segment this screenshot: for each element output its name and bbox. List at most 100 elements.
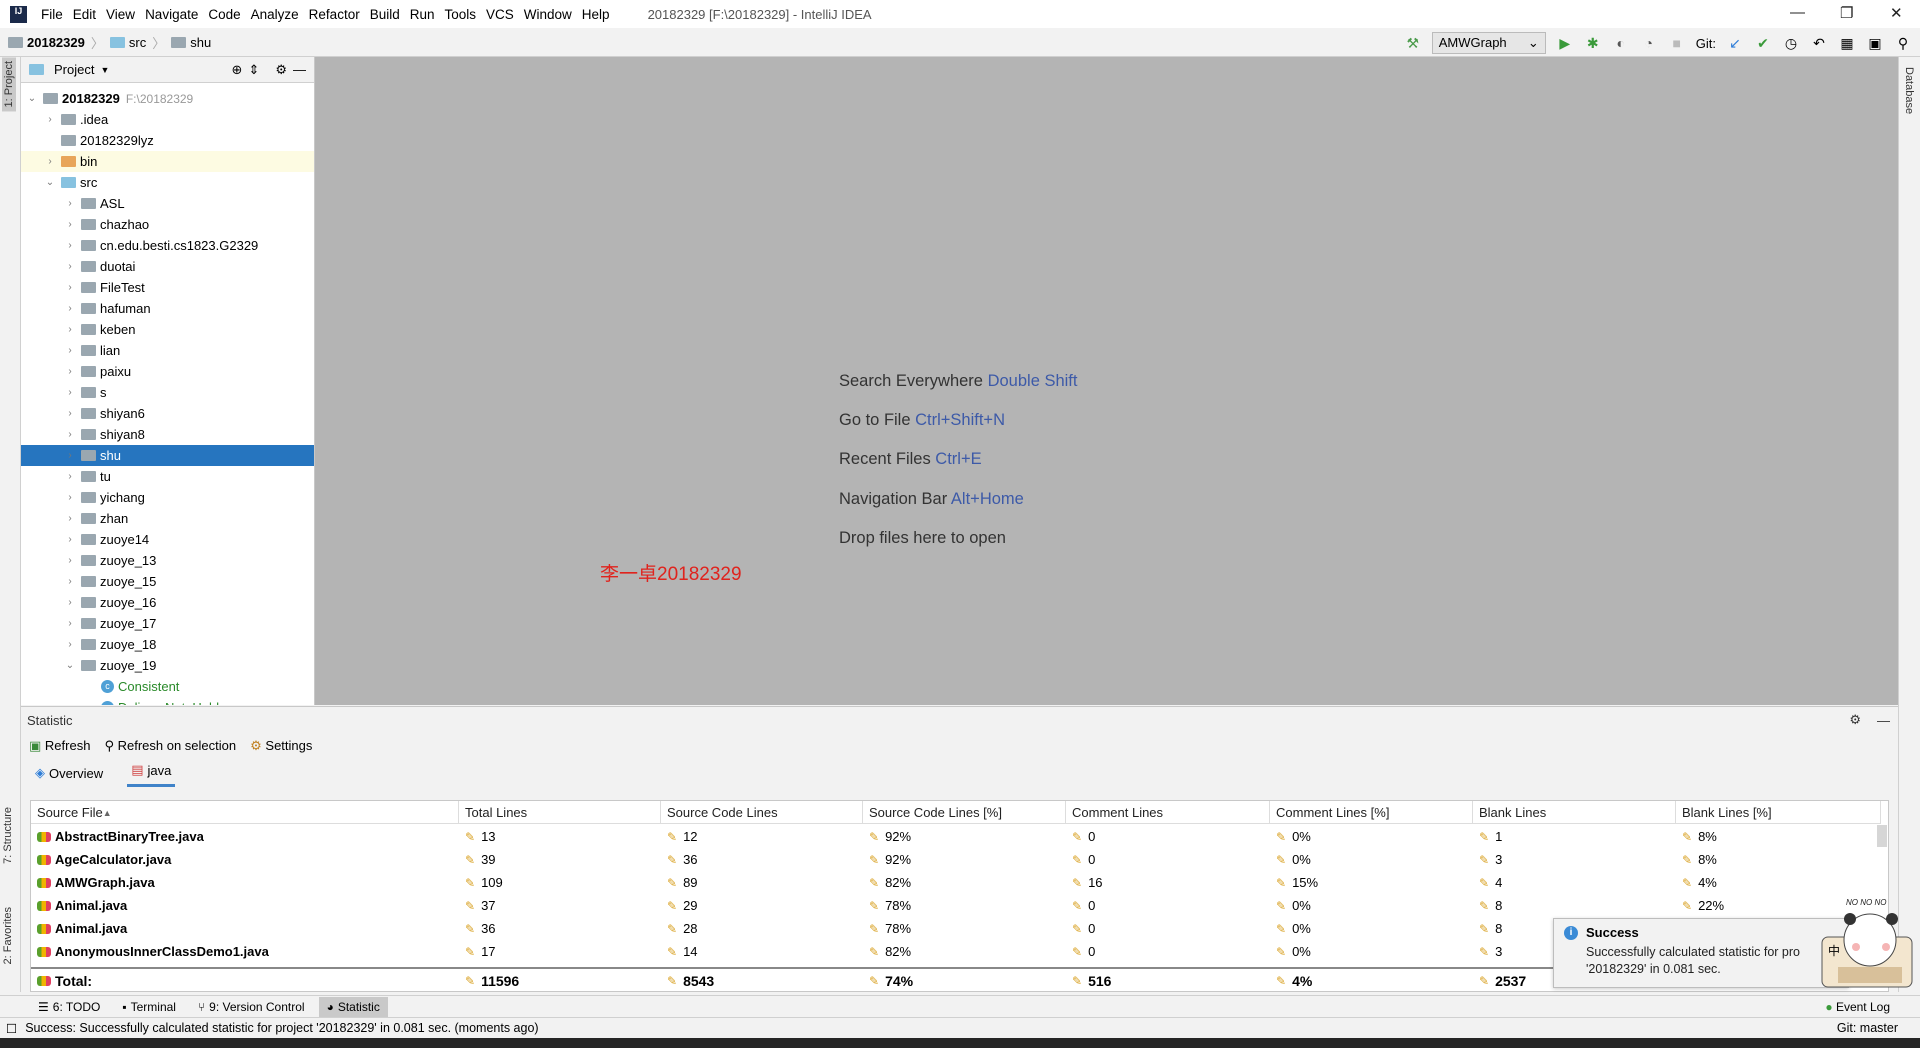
debug-icon[interactable]: ✱ [1584, 35, 1602, 52]
chevron-right-icon[interactable]: › [63, 597, 77, 608]
column-header[interactable]: Total Lines [459, 801, 661, 824]
success-notification[interactable]: i Success Successfully calculated statist… [1553, 918, 1849, 988]
git-history-icon[interactable]: ◷ [1782, 35, 1800, 52]
tree-item[interactable]: ⌄ 20182329 F:\20182329 [21, 88, 314, 109]
column-header[interactable]: Source File ▲ [31, 801, 459, 824]
profile-icon[interactable]: ◔ [1640, 35, 1658, 51]
menu-navigate[interactable]: Navigate [145, 7, 198, 22]
tree-item[interactable]: › zuoye14 [21, 529, 314, 550]
column-header[interactable]: Comment Lines [%] [1270, 801, 1473, 824]
tree-item[interactable]: ⌄ zuoye_19 [21, 655, 314, 676]
chevron-right-icon[interactable]: › [63, 282, 77, 293]
run-icon[interactable]: ▶ [1556, 35, 1574, 52]
menu-build[interactable]: Build [370, 7, 400, 22]
tree-item[interactable]: ⌄ src [21, 172, 314, 193]
menu-edit[interactable]: Edit [73, 7, 96, 22]
tree-item[interactable]: › zuoye_13 [21, 550, 314, 571]
column-header[interactable]: Blank Lines [%] [1676, 801, 1881, 824]
breadcrumb-shu[interactable]: shu [190, 35, 211, 50]
hide-icon[interactable]: — [293, 62, 306, 77]
tool-tab-project[interactable]: 1: Project [2, 57, 16, 112]
chevron-right-icon[interactable]: › [63, 324, 77, 335]
menu-refactor[interactable]: Refactor [309, 7, 360, 22]
tree-item[interactable]: › .idea [21, 109, 314, 130]
bottom-tab[interactable]: ◕ Statistic [318, 996, 388, 1017]
tree-item[interactable]: › zuoye_15 [21, 571, 314, 592]
chevron-down-icon[interactable]: ⌄ [43, 177, 57, 188]
git-update-icon[interactable]: ↙ [1726, 35, 1744, 52]
tree-item[interactable]: › zuoye_18 [21, 634, 314, 655]
menu-code[interactable]: Code [208, 7, 240, 22]
chevron-right-icon[interactable]: › [63, 366, 77, 377]
tree-item[interactable]: c Consistent [21, 676, 314, 697]
tree-item[interactable]: › yichang [21, 487, 314, 508]
locate-icon[interactable]: ⊕ [232, 62, 243, 78]
chevron-right-icon[interactable]: › [63, 450, 77, 461]
tree-item[interactable]: › chazhao [21, 214, 314, 235]
tree-item[interactable]: › duotai [21, 256, 314, 277]
presentation-icon[interactable]: ▣ [1866, 35, 1884, 52]
maximize-button[interactable]: ❐ [1840, 4, 1853, 22]
table-row[interactable]: AbstractBinaryTree.java ✎ 13 ✎ 12 ✎ 92% ✎ 0 ✎ 0% ✎ 1… [31, 825, 1881, 848]
chevron-right-icon[interactable]: › [63, 387, 77, 398]
chevron-right-icon[interactable]: › [63, 429, 77, 440]
minimize-button[interactable]: — [1790, 4, 1805, 21]
tree-item[interactable]: › shiyan6 [21, 403, 314, 424]
git-rollback-icon[interactable]: ↶ [1810, 35, 1828, 52]
column-header[interactable]: Comment Lines [1066, 801, 1270, 824]
chevron-right-icon[interactable]: › [63, 219, 77, 230]
run-config-select[interactable]: AMWGraph ⌄ [1431, 32, 1546, 54]
bottom-tab[interactable]: ☰ 6: TODO [30, 997, 108, 1017]
status-toggle-icon[interactable]: ☐ [6, 1021, 17, 1036]
menu-analyze[interactable]: Analyze [251, 7, 299, 22]
chevron-right-icon[interactable]: › [63, 576, 77, 587]
chevron-right-icon[interactable]: › [63, 471, 77, 482]
tree-item[interactable]: c DeliveryNoteHolder [21, 697, 314, 705]
tree-item[interactable]: › cn.edu.besti.cs1823.G2329 [21, 235, 314, 256]
menu-run[interactable]: Run [410, 7, 435, 22]
chevron-right-icon[interactable]: › [63, 492, 77, 503]
column-header[interactable]: Blank Lines [1473, 801, 1676, 824]
tree-item[interactable]: › zhan [21, 508, 314, 529]
tool-tab-structure[interactable]: 7: Structure [2, 807, 14, 864]
settings-button[interactable]: ⚙ Settings [250, 738, 312, 754]
tree-item[interactable]: › hafuman [21, 298, 314, 319]
search-icon[interactable]: ⚲ [1894, 35, 1912, 52]
tree-item[interactable]: › shu [21, 445, 314, 466]
gear-icon[interactable]: ⚙ [275, 62, 287, 78]
gear-icon[interactable]: ⚙ [1849, 712, 1861, 728]
breadcrumb-project[interactable]: 20182329 [27, 35, 85, 50]
breadcrumb-src[interactable]: src [129, 35, 146, 50]
project-structure-icon[interactable]: ▦ [1838, 35, 1856, 52]
tool-tab-favorites[interactable]: 2: Favorites [2, 907, 14, 964]
tree-item[interactable]: › FileTest [21, 277, 314, 298]
menu-file[interactable]: File [41, 7, 63, 22]
tab-overview[interactable]: ◈ Overview [31, 765, 107, 787]
tree-item[interactable]: › ASL [21, 193, 314, 214]
event-log-button[interactable]: ● Event Log [1825, 1000, 1890, 1014]
chevron-right-icon[interactable]: › [63, 303, 77, 314]
chevron-right-icon[interactable]: › [63, 261, 77, 272]
chevron-right-icon[interactable]: › [63, 408, 77, 419]
chevron-right-icon[interactable]: › [63, 240, 77, 251]
tree-item[interactable]: › bin [21, 151, 314, 172]
git-commit-icon[interactable]: ✔ [1754, 35, 1772, 52]
table-row[interactable]: AgeCalculator.java ✎ 39 ✎ 36 ✎ 92% ✎ 0 ✎ 0% ✎ 3 ✎ 8% [31, 848, 1881, 871]
git-branch-widget[interactable]: Git: master [1837, 1021, 1898, 1035]
chevron-right-icon[interactable]: › [63, 618, 77, 629]
table-row[interactable]: Animal.java ✎ 37 ✎ 29 ✎ 78% ✎ 0 ✎ 0% ✎ 8 ✎ 22% [31, 894, 1881, 917]
chevron-down-icon[interactable]: ⌄ [25, 93, 39, 104]
chevron-right-icon[interactable]: › [63, 345, 77, 356]
stop-icon[interactable]: ■ [1668, 35, 1686, 51]
chevron-right-icon[interactable]: › [43, 156, 57, 167]
bottom-tab[interactable]: ▪ Terminal [114, 997, 184, 1017]
tree-item[interactable]: › shiyan8 [21, 424, 314, 445]
close-button[interactable]: ✕ [1890, 4, 1903, 22]
tree-item[interactable]: › lian [21, 340, 314, 361]
menu-vcs[interactable]: VCS [486, 7, 514, 22]
chevron-down-icon[interactable]: ⌄ [63, 660, 77, 671]
tree-item[interactable]: › tu [21, 466, 314, 487]
table-row[interactable]: AMWGraph.java ✎ 109 ✎ 89 ✎ 82% ✎ 16 ✎ 15% ✎ 4 ✎ 4% [31, 871, 1881, 894]
project-view-select[interactable]: Project [54, 62, 94, 77]
bottom-tab[interactable]: ⑂ 9: Version Control [190, 997, 313, 1017]
